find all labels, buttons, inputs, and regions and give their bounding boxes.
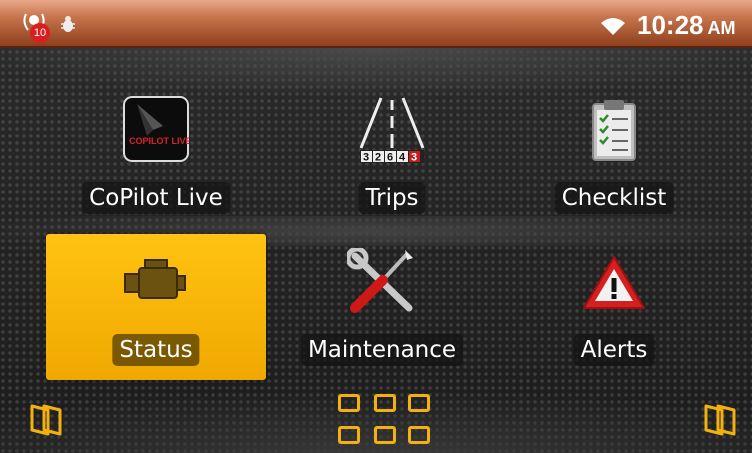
wifi-icon (601, 18, 625, 35)
tile-label-status: Status (112, 334, 200, 366)
tile-copilot-live[interactable]: COPILOT LIVE CoPilot Live (46, 82, 266, 228)
engine-icon (124, 259, 186, 299)
grid-square (408, 426, 430, 444)
tile-label-checklist: Checklist (554, 182, 674, 214)
odometer-digit-1: 3 (363, 152, 369, 164)
warning-icon (583, 256, 645, 309)
home-screen: 10 10:28 AM COPILOT LIVE CoPilot Live 3 … (0, 0, 752, 453)
odometer-digit-4: 4 (399, 152, 406, 164)
clock: 10:28 AM (637, 10, 736, 41)
grid-square (338, 394, 360, 412)
odometer-digit-2: 2 (375, 152, 381, 164)
grid-square (408, 394, 430, 412)
tile-status[interactable]: Status (46, 234, 266, 380)
odometer-digit-5: 3 (411, 152, 417, 164)
app-grid-icon[interactable] (336, 392, 432, 448)
tile-trips[interactable]: 3 2 6 4 3 Trips (282, 82, 502, 228)
book-left-icon[interactable] (28, 402, 72, 436)
tile-checklist[interactable]: Checklist (504, 82, 724, 228)
tile-maintenance[interactable]: Maintenance (272, 234, 492, 380)
road-icon: 3 2 6 4 3 (359, 97, 425, 164)
tile-alerts[interactable]: Alerts (504, 234, 724, 380)
grid-square (374, 394, 396, 412)
clock-time: 10:28 (637, 10, 704, 40)
bug-icon (61, 16, 75, 32)
tile-label-copilot-live: CoPilot Live (82, 182, 230, 214)
copilot-live-icon-text: COPILOT LIVE (129, 136, 189, 146)
grid-square (374, 426, 396, 444)
tile-label-trips: Trips (358, 182, 426, 214)
tools-icon (347, 248, 413, 313)
grid-square (338, 426, 360, 444)
clipboard-icon (592, 100, 636, 161)
book-right-icon[interactable] (694, 402, 738, 436)
tile-label-maintenance: Maintenance (300, 334, 464, 366)
copilot-live-icon: COPILOT LIVE (123, 96, 189, 162)
clock-ampm: AM (707, 18, 736, 38)
tile-label-alerts: Alerts (573, 334, 655, 366)
notification-count-badge: 10 (30, 23, 50, 43)
odometer-digit-3: 6 (387, 152, 393, 164)
status-bar: 10 10:28 AM (0, 0, 752, 48)
